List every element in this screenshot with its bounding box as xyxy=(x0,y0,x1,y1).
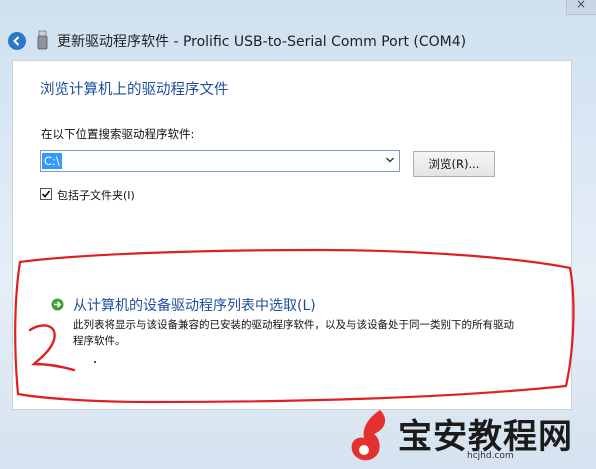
green-arrow-icon xyxy=(51,298,64,311)
watermark-url: hcjhd.com xyxy=(467,451,514,461)
page-heading: 浏览计算机上的驱动程序文件 xyxy=(40,82,229,98)
content-panel xyxy=(12,60,572,410)
path-value[interactable]: C:\ xyxy=(42,153,62,169)
stray-dot xyxy=(94,361,96,363)
path-combobox[interactable]: C:\ xyxy=(40,150,400,172)
window-title: 更新驱动程序软件 - Prolific USB-to-Serial Comm P… xyxy=(57,34,467,50)
back-button[interactable] xyxy=(8,32,26,50)
checkmark-icon xyxy=(41,190,51,198)
watermark-logo xyxy=(351,410,386,461)
pick-from-list-link[interactable]: 从计算机的设备驱动程序列表中选取(L) xyxy=(73,295,316,315)
usb-device-icon xyxy=(37,30,48,50)
include-subfolders-label[interactable]: 包括子文件夹(I) xyxy=(57,187,135,203)
title-bar: 更新驱动程序软件 - Prolific USB-to-Serial Comm P… xyxy=(0,24,596,58)
close-button[interactable]: × xyxy=(566,0,596,15)
chevron-down-icon[interactable] xyxy=(385,155,395,165)
search-location-label: 在以下位置搜索驱动程序软件: xyxy=(41,127,195,141)
include-subfolders-checkbox[interactable] xyxy=(40,188,52,200)
pick-from-list-description: 此列表将显示与该设备兼容的已安装的驱动程序软件，以及与该设备处于同一类别下的所有… xyxy=(73,319,514,347)
close-icon: × xyxy=(576,0,587,11)
back-arrow-icon xyxy=(13,36,20,46)
browse-button[interactable]: 浏览(R)... xyxy=(413,151,495,177)
